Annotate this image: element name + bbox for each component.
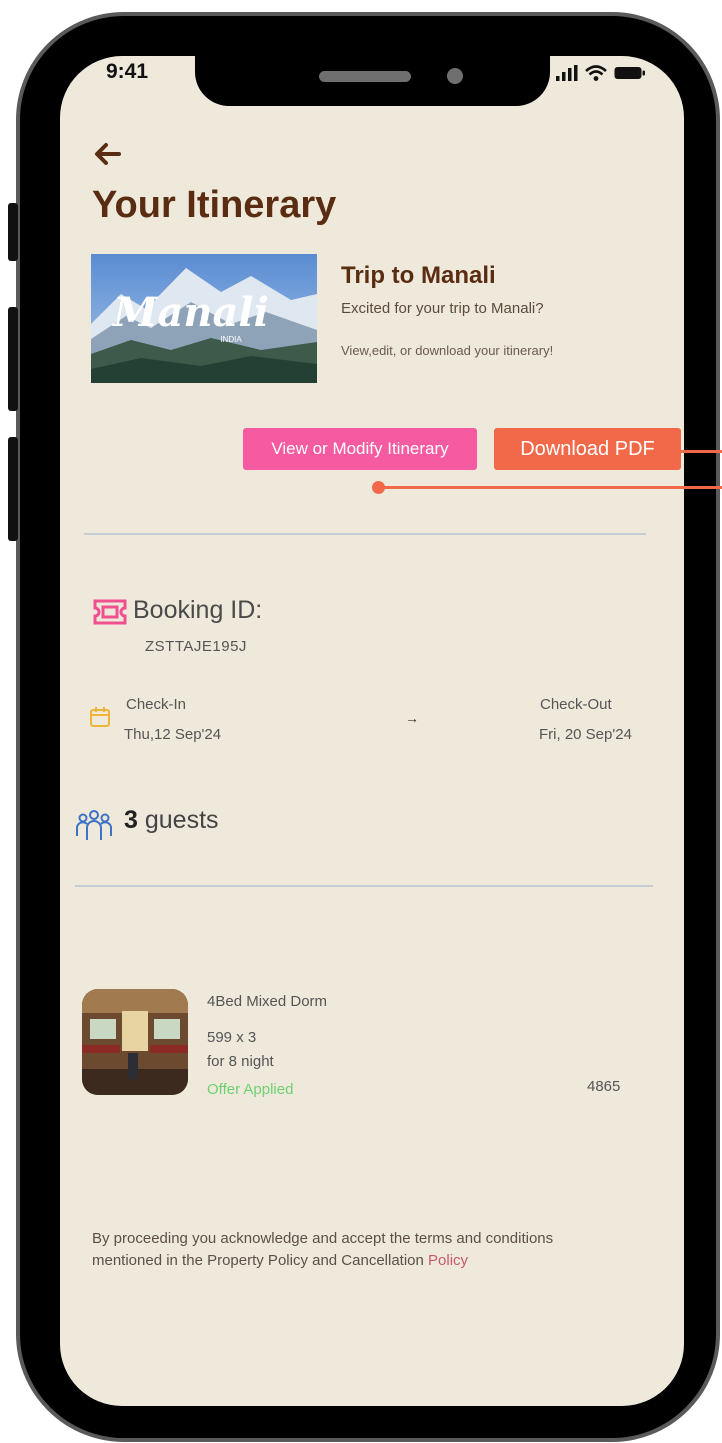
side-button-volume-up	[8, 307, 18, 411]
offer-applied-badge: Offer Applied	[207, 1081, 294, 1098]
page-title: Your Itinerary	[92, 184, 337, 226]
room-rate: 599 x 3	[207, 1029, 257, 1046]
booking-id-label: Booking ID:	[133, 596, 263, 624]
check-in-date: Thu,12 Sep'24	[124, 726, 222, 743]
guest-number: 3	[124, 806, 138, 834]
room-name: 4Bed Mixed Dorm	[207, 993, 328, 1010]
battery-icon	[614, 67, 645, 79]
image-overlay-subtitle: INDIA	[220, 335, 242, 344]
signal-icon	[556, 65, 578, 81]
trip-note: View,edit, or download your itinerary!	[341, 343, 554, 358]
view-modify-itinerary-button[interactable]: View or Modify Itinerary	[243, 428, 477, 470]
check-out-label: Check-Out	[540, 696, 612, 713]
calendar-icon	[90, 707, 110, 727]
guests-count: 3 guests	[124, 806, 219, 835]
annotation-line-view	[380, 486, 722, 489]
cancellation-policy-link[interactable]: Policy	[428, 1252, 468, 1269]
date-range-arrow: →	[405, 710, 419, 726]
guest-word: guests	[137, 806, 219, 834]
booking-id-value: ZSTTAJE195J	[145, 638, 247, 655]
status-icons	[556, 60, 646, 86]
ticket-icon	[93, 599, 127, 625]
side-button-volume-down	[8, 437, 18, 541]
side-button-mute	[8, 203, 18, 261]
annotation-line-download	[681, 450, 722, 453]
speaker	[319, 71, 411, 82]
section-divider-2	[75, 885, 653, 887]
wifi-icon	[585, 65, 607, 81]
check-in-label: Check-In	[126, 696, 187, 713]
front-camera	[447, 68, 463, 84]
annotation-dot	[372, 481, 385, 494]
room-total: 4865	[587, 1078, 621, 1095]
trip-subtitle: Excited for your trip to Manali?	[341, 300, 544, 317]
legal-text: By proceeding you acknowledge and accept…	[92, 1230, 554, 1269]
room-nights: for 8 night	[207, 1053, 274, 1070]
guests-icon	[76, 810, 112, 840]
notch	[195, 54, 550, 106]
room-photo	[82, 989, 188, 1095]
trip-title: Trip to Manali	[341, 262, 496, 289]
trip-image: Manali INDIA	[91, 254, 317, 383]
legal-notice: By proceeding you acknowledge and accept…	[92, 1228, 612, 1272]
image-overlay-title: Manali	[111, 289, 269, 336]
section-divider	[84, 533, 646, 535]
back-arrow-icon[interactable]	[92, 140, 122, 168]
status-time: 9:41	[106, 60, 149, 83]
check-out-date: Fri, 20 Sep'24	[539, 726, 632, 743]
dorm-room-image	[82, 989, 188, 1095]
manali-mountain-image: Manali INDIA	[91, 254, 317, 383]
download-pdf-button[interactable]: Download PDF	[494, 428, 681, 470]
